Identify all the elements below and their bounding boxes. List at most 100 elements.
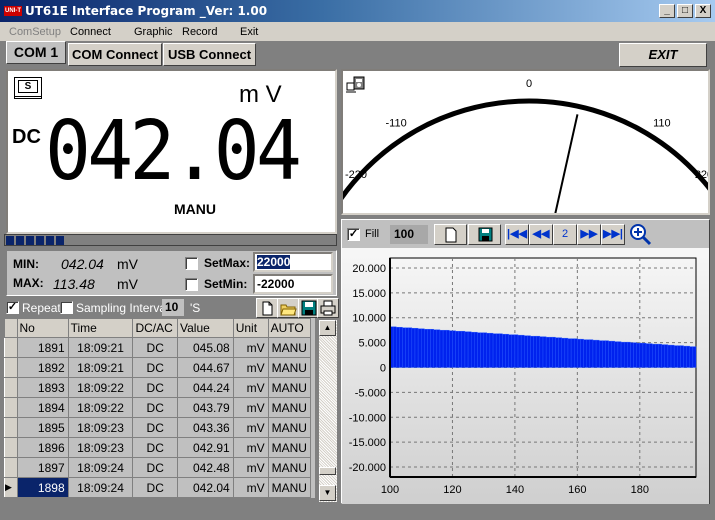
row-indicator[interactable] bbox=[4, 377, 18, 398]
new-file-button[interactable] bbox=[256, 298, 278, 318]
prev-page-button[interactable]: ◀◀ bbox=[529, 224, 553, 245]
interval-input[interactable]: 10 bbox=[162, 299, 184, 316]
column-auto[interactable]: AUTO bbox=[267, 318, 312, 338]
table-row[interactable]: 1894 18:09:22 DC 043.79 mV MANU bbox=[4, 397, 312, 418]
scroll-thumb[interactable] bbox=[319, 467, 336, 475]
menu-comsetup[interactable]: ComSetup bbox=[9, 26, 61, 38]
chart-bar bbox=[561, 337, 566, 368]
table-row[interactable]: 1897 18:09:24 DC 042.48 mV MANU bbox=[4, 457, 312, 478]
chart-save-button[interactable] bbox=[468, 224, 501, 245]
row-indicator[interactable]: ▶ bbox=[4, 477, 18, 498]
first-page-button[interactable]: |◀◀ bbox=[505, 224, 529, 245]
chart-bar bbox=[502, 333, 506, 368]
next-page-button[interactable]: ▶▶ bbox=[577, 224, 601, 245]
cell-time: 18:09:21 bbox=[67, 357, 134, 378]
repeat-checkbox[interactable]: ✓ bbox=[6, 301, 19, 314]
scroll-down-button[interactable]: ▼ bbox=[319, 485, 336, 501]
column-no[interactable]: No bbox=[16, 318, 69, 338]
chart-bar bbox=[680, 345, 684, 368]
chart-bar bbox=[411, 327, 416, 368]
meter-dial: -220 -110 0 110 220 bbox=[343, 78, 708, 213]
cell-range: MANU bbox=[267, 377, 312, 398]
chart-bar bbox=[536, 335, 541, 368]
chart-bar bbox=[399, 326, 403, 368]
chart-bar bbox=[442, 329, 447, 368]
menu-bar: ComSetup Connect Graphic Record Exit bbox=[0, 22, 715, 41]
column-time[interactable]: Time bbox=[67, 318, 134, 338]
chart-bar bbox=[639, 342, 644, 368]
column-unit[interactable]: Unit bbox=[232, 318, 269, 338]
y-tick-label: 15.000 bbox=[352, 288, 386, 300]
cell-unit: mV bbox=[232, 477, 269, 498]
column-value[interactable]: Value bbox=[176, 318, 234, 338]
exit-button[interactable]: EXIT bbox=[619, 43, 707, 67]
chart-bar bbox=[570, 338, 575, 368]
table-row[interactable]: 1893 18:09:22 DC 044.24 mV MANU bbox=[4, 377, 312, 398]
chart-bar bbox=[599, 340, 603, 368]
cell-no: 1897 bbox=[16, 457, 69, 478]
cell-dcac: DC bbox=[132, 397, 178, 418]
last-page-button[interactable]: ▶▶| bbox=[601, 224, 625, 245]
com-port-label[interactable]: COM 1 bbox=[6, 41, 66, 64]
table-row[interactable]: ▶ 1898 18:09:24 DC 042.04 mV MANU bbox=[4, 477, 312, 498]
row-indicator[interactable] bbox=[4, 397, 18, 418]
zoom-in-icon[interactable] bbox=[629, 223, 653, 247]
setmin-checkbox[interactable] bbox=[185, 278, 198, 291]
table-row[interactable]: 1891 18:09:21 DC 045.08 mV MANU bbox=[4, 337, 312, 358]
chart-bar bbox=[470, 331, 475, 368]
cell-unit: mV bbox=[232, 357, 269, 378]
print-button[interactable] bbox=[317, 298, 339, 318]
row-indicator[interactable] bbox=[4, 437, 18, 458]
menu-connect[interactable]: Connect bbox=[70, 26, 111, 38]
close-button[interactable]: X bbox=[695, 4, 711, 18]
setmin-input[interactable]: -22000 bbox=[253, 274, 333, 294]
cell-unit: mV bbox=[232, 457, 269, 478]
cell-unit: mV bbox=[232, 337, 269, 358]
chart-bar bbox=[486, 332, 491, 368]
row-indicator[interactable] bbox=[4, 417, 18, 438]
table-row[interactable]: 1895 18:09:23 DC 043.36 mV MANU bbox=[4, 417, 312, 438]
minimize-button[interactable]: _ bbox=[659, 4, 675, 18]
cell-value: 042.91 bbox=[176, 437, 234, 458]
x-tick-label: 180 bbox=[631, 484, 649, 496]
chart-bar bbox=[583, 339, 587, 368]
menu-record[interactable]: Record bbox=[182, 26, 217, 38]
chart-bar bbox=[602, 340, 606, 368]
cell-range: MANU bbox=[267, 437, 312, 458]
chart-bar bbox=[452, 330, 456, 368]
chart-bar bbox=[677, 345, 681, 368]
fill-checkbox[interactable]: ✓ bbox=[347, 228, 360, 241]
menu-exit[interactable]: Exit bbox=[240, 26, 258, 38]
cell-value: 044.67 bbox=[176, 357, 234, 378]
cell-time: 18:09:23 bbox=[67, 437, 134, 458]
bargraph-segment bbox=[46, 236, 54, 245]
setmax-checkbox[interactable] bbox=[185, 257, 198, 270]
row-indicator[interactable] bbox=[4, 337, 18, 358]
menu-graphic[interactable]: Graphic bbox=[134, 26, 173, 38]
y-tick-label: -10.000 bbox=[349, 412, 386, 424]
setmax-input[interactable]: 22000 bbox=[253, 252, 333, 272]
column-dcac[interactable]: DC/AC bbox=[132, 318, 178, 338]
table-row[interactable]: 1896 18:09:23 DC 042.91 mV MANU bbox=[4, 437, 312, 458]
usb-connect-button[interactable]: USB Connect bbox=[163, 43, 256, 66]
scroll-up-button[interactable]: ▲ bbox=[319, 320, 336, 336]
y-tick-label: 10.000 bbox=[352, 313, 386, 325]
chart-bar bbox=[627, 341, 631, 368]
y-tick-label: -20.000 bbox=[349, 462, 386, 474]
chart-bar bbox=[648, 343, 653, 368]
max-value: 113.48 bbox=[53, 276, 95, 292]
chart-new-button[interactable] bbox=[434, 224, 467, 245]
points-input[interactable]: 100 bbox=[390, 225, 428, 244]
fill-toggle[interactable]: ✓ Fill bbox=[346, 225, 380, 244]
chart-bar bbox=[408, 327, 413, 368]
maximize-button[interactable]: □ bbox=[677, 4, 693, 18]
bargraph-segment bbox=[36, 236, 44, 245]
main-reading: 042.04 bbox=[45, 104, 302, 199]
grid-scrollbar[interactable]: ▲ ▼ bbox=[319, 320, 337, 502]
open-file-button[interactable] bbox=[277, 298, 299, 318]
table-row[interactable]: 1892 18:09:21 DC 044.67 mV MANU bbox=[4, 357, 312, 378]
com-connect-button[interactable]: COM Connect bbox=[68, 43, 162, 66]
sampling-interval-checkbox[interactable] bbox=[60, 301, 73, 314]
row-indicator[interactable] bbox=[4, 357, 18, 378]
row-indicator[interactable] bbox=[4, 457, 18, 478]
